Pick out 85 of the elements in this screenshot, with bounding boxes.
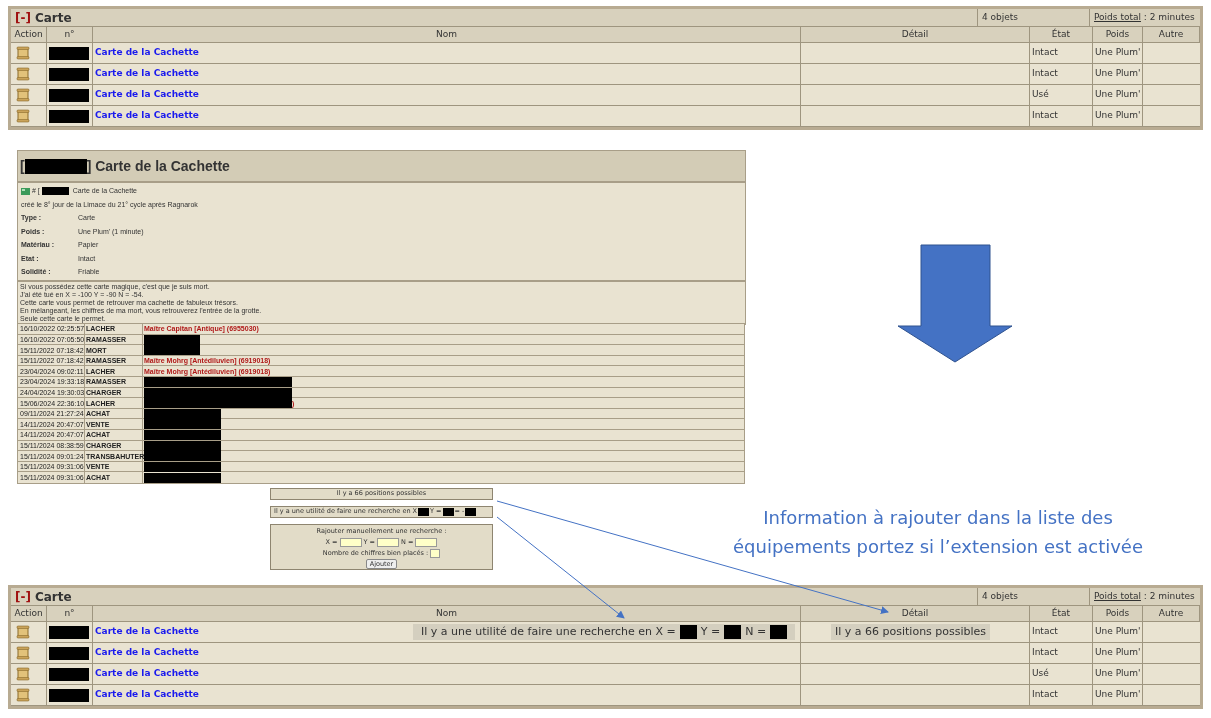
table-cell: Une Plum'	[1095, 625, 1141, 639]
scroll-icon[interactable]	[16, 46, 30, 60]
scroll-icon[interactable]	[16, 625, 30, 639]
detail-title: [	[20, 156, 25, 176]
redaction-bar	[49, 67, 89, 81]
section-title: Carte	[34, 588, 72, 606]
column-header: Nom	[436, 27, 457, 41]
input-field[interactable]	[415, 538, 438, 548]
table-cell: Intact	[1032, 67, 1058, 81]
section-title: Carte	[34, 9, 72, 27]
table-cell: Une Plum'	[1095, 67, 1141, 81]
table-cell: Usé	[1032, 88, 1049, 102]
column-header: Poids	[1105, 27, 1130, 41]
table-cell: Une Plum'	[1095, 646, 1141, 660]
map-icon	[21, 187, 30, 195]
hint-text: Il y a une utilité de faire une recherche en X =	[421, 623, 676, 640]
redaction-bar	[49, 625, 89, 639]
item-link[interactable]: Carte de la Cachette	[95, 646, 199, 660]
table-cell: Une Plum'	[1095, 667, 1141, 681]
redaction-bar	[442, 508, 454, 516]
redaction-bar	[144, 345, 200, 356]
column-header: Détail	[901, 27, 929, 41]
redaction-bar	[24, 158, 87, 174]
positions-info: Il y a 66 positions possibles	[831, 624, 991, 640]
item-link[interactable]: Carte de la Cachette	[95, 46, 199, 60]
collapse-toggle[interactable]: [-]	[15, 8, 31, 27]
table-cell: Une Plum'	[1095, 88, 1141, 102]
scroll-icon[interactable]	[16, 109, 30, 123]
item-link[interactable]: Carte de la Cachette	[95, 67, 199, 81]
redaction-bar	[49, 688, 89, 702]
column-header: Autre	[1158, 27, 1184, 41]
table-cell: Une Plum'	[1095, 688, 1141, 702]
column-header: Autre	[1158, 606, 1184, 620]
table-cell: Intact	[1032, 646, 1058, 660]
redaction-bar	[724, 625, 742, 639]
redaction-bar	[49, 46, 89, 60]
table-cell: Intact	[1032, 625, 1058, 639]
table-cell: Intact	[1032, 109, 1058, 123]
column-header: Action	[14, 606, 43, 620]
item-count: 4 objets	[982, 10, 1019, 24]
total-weight: Poids total : 2 minutes	[1094, 589, 1195, 603]
input-field[interactable]	[339, 538, 362, 548]
redaction-bar	[49, 109, 89, 123]
table-cell: Une Plum'	[1095, 109, 1141, 123]
table-cell: Intact	[1032, 688, 1058, 702]
table-cell: Intact	[1032, 46, 1058, 60]
item-link[interactable]: Carte de la Cachette	[95, 109, 199, 123]
scroll-icon[interactable]	[16, 88, 30, 102]
redaction-bar	[465, 508, 477, 516]
total-weight: Poids total : 2 minutes	[1094, 10, 1195, 24]
redaction-bar	[49, 88, 89, 102]
redaction-bar	[49, 667, 89, 681]
column-header: État	[1051, 27, 1071, 41]
redaction-bar	[770, 625, 788, 639]
item-link[interactable]: Carte de la Cachette	[95, 688, 199, 702]
column-header: Action	[14, 27, 43, 41]
column-header: Nom	[436, 606, 457, 620]
redaction-bar	[41, 187, 69, 196]
detail-title: ] Carte de la Cachette	[86, 156, 230, 176]
input-field[interactable]	[377, 538, 400, 548]
scroll-icon[interactable]	[16, 646, 30, 660]
table-cell: Usé	[1032, 667, 1049, 681]
item-link[interactable]: Carte de la Cachette	[95, 667, 199, 681]
redaction-bar	[144, 334, 200, 345]
table-cell: Une Plum'	[1095, 46, 1141, 60]
collapse-toggle[interactable]: [-]	[15, 587, 31, 606]
column-header: État	[1051, 606, 1071, 620]
column-header: n°	[64, 27, 75, 41]
hint-text: Y =	[700, 623, 721, 640]
column-header: n°	[64, 606, 75, 620]
callout-text: équipements portez si l’extension est activée	[732, 535, 1143, 559]
item-link[interactable]: Carte de la Cachette	[95, 88, 199, 102]
item-link[interactable]: Carte de la Cachette	[95, 625, 199, 639]
scroll-icon[interactable]	[16, 688, 30, 702]
item-count: 4 objets	[982, 589, 1019, 603]
redaction-bar	[679, 625, 697, 639]
scroll-icon[interactable]	[16, 67, 30, 81]
scroll-icon[interactable]	[16, 667, 30, 681]
callout-text: Information à rajouter dans la liste des	[763, 506, 1113, 530]
input-field[interactable]	[430, 548, 441, 558]
column-header: Détail	[901, 606, 929, 620]
hint-text: N =	[745, 623, 767, 640]
redaction-bar	[49, 646, 89, 660]
column-header: Poids	[1105, 606, 1130, 620]
redaction-bar	[418, 508, 430, 516]
